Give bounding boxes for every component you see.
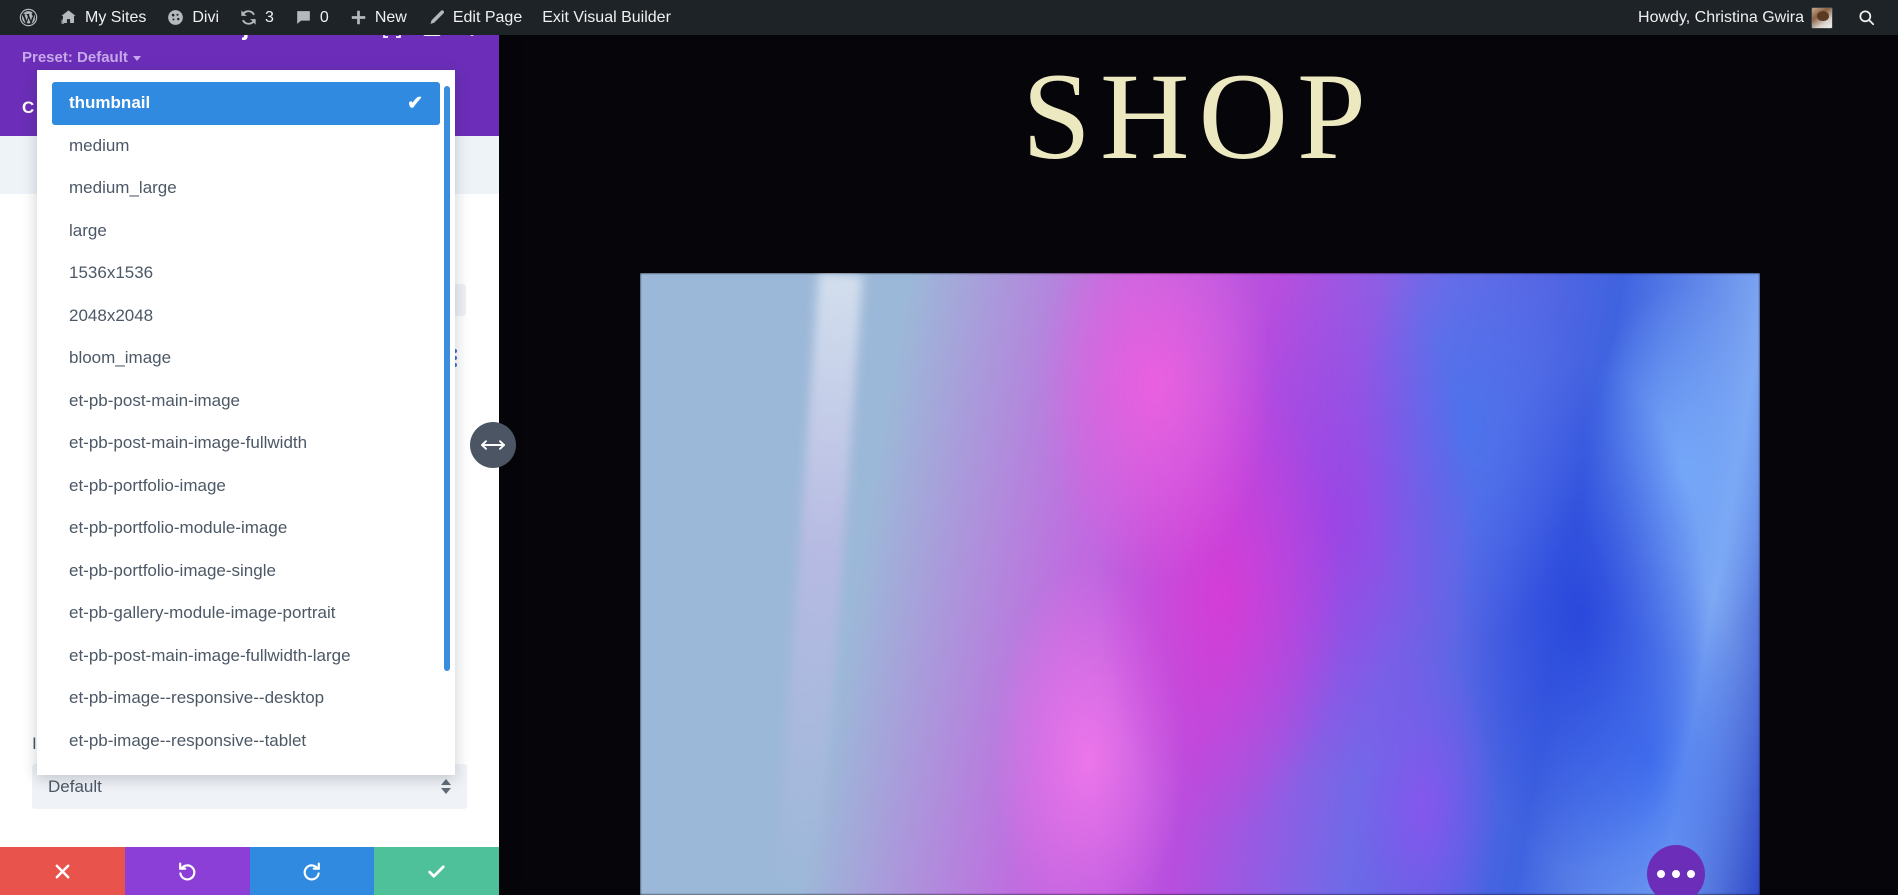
new-label: New — [375, 10, 407, 26]
panel-resize-handle[interactable] — [470, 422, 516, 468]
comments-menu[interactable]: 0 — [284, 0, 339, 35]
plus-icon — [349, 8, 368, 27]
dropdown-option-label: et-pb-post-main-image — [69, 391, 240, 411]
page-canvas: SHOP — [499, 35, 1898, 895]
dropdown-option[interactable]: et-pb-gallery-module-image-portrait — [52, 592, 440, 635]
dropdown-option-label: et-pb-portfolio-image — [69, 476, 226, 496]
dropdown-scrollbar[interactable] — [444, 86, 450, 671]
check-icon: ✔ — [407, 94, 423, 113]
dropdown-option-label: et-pb-image--responsive--tablet — [69, 731, 306, 751]
dropdown-option[interactable]: et-pb-portfolio-module-image — [52, 507, 440, 550]
dropdown-option[interactable]: et-pb-post-main-image — [52, 380, 440, 423]
redo-button[interactable] — [250, 847, 375, 895]
dropdown-option[interactable]: et-pb-post-main-image-fullwidth-large — [52, 635, 440, 678]
dropdown-option[interactable]: thumbnail ✔ — [52, 82, 440, 125]
new-content-menu[interactable]: New — [339, 0, 417, 35]
wp-admin-bar: My Sites Divi — [0, 0, 1898, 35]
admin-bar-left: My Sites Divi — [0, 0, 681, 35]
edit-page-link[interactable]: Edit Page — [417, 0, 532, 35]
comments-count: 0 — [320, 10, 329, 26]
more-options-button[interactable] — [1647, 845, 1705, 895]
dropdown-option[interactable]: et-pb-image--responsive--tablet — [52, 720, 440, 763]
dropdown-option-label: et-pb-post-main-image-fullwidth — [69, 433, 307, 453]
save-button[interactable] — [374, 847, 499, 895]
divi-menu[interactable]: Divi — [156, 0, 229, 35]
preset-label: Preset: Default — [22, 49, 128, 66]
my-sites-icon — [59, 8, 78, 27]
cancel-button[interactable] — [0, 847, 125, 895]
admin-search-button[interactable] — [1843, 0, 1884, 35]
hero-image[interactable] — [640, 273, 1760, 895]
dropdown-option-list: thumbnail ✔ medium medium_largelarge 1536x15… — [37, 82, 455, 762]
dropdown-option-label: 1536x1536 — [69, 263, 153, 283]
dropdown-option[interactable]: et-pb-portfolio-image — [52, 465, 440, 508]
dropdown-option-label: et-pb-portfolio-module-image — [69, 518, 287, 538]
page-title: SHOP — [499, 55, 1898, 179]
wordpress-logo-button[interactable] — [8, 0, 49, 35]
chevron-down-icon — [133, 56, 141, 61]
wordpress-logo-icon — [18, 7, 39, 28]
dropdown-option[interactable]: et-pb-portfolio-image-single — [52, 550, 440, 593]
screen-root: SHOP Thumbnail - Divi Ajax Filter ... — [0, 0, 1898, 895]
chevron-down-icon — [441, 788, 451, 794]
my-sites-label: My Sites — [85, 10, 146, 26]
admin-bar-right: Howdy, Christina Gwira — [1628, 0, 1898, 35]
exit-visual-builder-link[interactable]: Exit Visual Builder — [532, 0, 681, 35]
dropdown-option-label: medium — [69, 136, 129, 156]
dropdown-option-label: et-pb-image--responsive--desktop — [69, 688, 324, 708]
updates-icon — [239, 8, 258, 27]
dropdown-option[interactable]: medium_large — [52, 167, 440, 210]
howdy-label: Howdy, Christina Gwira — [1638, 10, 1804, 26]
dropdown-option-label: et-pb-portfolio-image-single — [69, 561, 276, 581]
search-icon — [1857, 8, 1876, 27]
dot-3-icon — [1687, 870, 1695, 878]
dropdown-option[interactable]: medium — [52, 125, 440, 168]
dropdown-option[interactable]: large — [52, 210, 440, 253]
edit-page-label: Edit Page — [453, 10, 522, 26]
undo-button[interactable] — [125, 847, 250, 895]
dropdown-option-label: et-pb-gallery-module-image-portrait — [69, 603, 335, 623]
exit-visual-builder-label: Exit Visual Builder — [542, 10, 671, 26]
chevron-up-icon — [441, 779, 451, 785]
dropdown-option[interactable]: 2048x2048 — [52, 295, 440, 338]
account-menu[interactable]: Howdy, Christina Gwira — [1628, 0, 1843, 35]
dot-1-icon — [1657, 870, 1665, 878]
image-style-value: Default — [48, 777, 102, 797]
my-sites-menu[interactable]: My Sites — [49, 0, 156, 35]
dropdown-option-label: 2048x2048 — [69, 306, 153, 326]
tab-content-label: C — [22, 98, 34, 118]
dropdown-option-label: large — [69, 221, 107, 241]
dropdown-option-label: et-pb-post-main-image-fullwidth-large — [69, 646, 351, 666]
updates-count: 3 — [265, 10, 274, 26]
dot-2-icon — [1672, 870, 1680, 878]
dropdown-option[interactable]: et-pb-image--responsive--desktop — [52, 677, 440, 720]
pencil-icon — [427, 8, 446, 27]
avatar — [1811, 7, 1833, 29]
dropdown-option[interactable]: bloom_image — [52, 337, 440, 380]
dropdown-option[interactable]: et-pb-post-main-image-fullwidth — [52, 422, 440, 465]
dropdown-option-label: medium_large — [69, 178, 177, 198]
preset-selector[interactable]: Preset: Default — [22, 49, 141, 66]
select-stepper-icon — [441, 779, 451, 794]
divi-label: Divi — [192, 10, 219, 26]
image-size-dropdown[interactable]: thumbnail ✔ medium medium_largelarge 1536x15… — [37, 70, 455, 775]
divi-icon — [166, 8, 185, 27]
dropdown-option[interactable]: 1536x1536 — [52, 252, 440, 295]
modal-action-bar — [0, 847, 499, 895]
dropdown-option-label: bloom_image — [69, 348, 171, 368]
comments-icon — [294, 8, 313, 27]
dropdown-option-label: thumbnail — [69, 93, 150, 113]
updates-menu[interactable]: 3 — [229, 0, 284, 35]
